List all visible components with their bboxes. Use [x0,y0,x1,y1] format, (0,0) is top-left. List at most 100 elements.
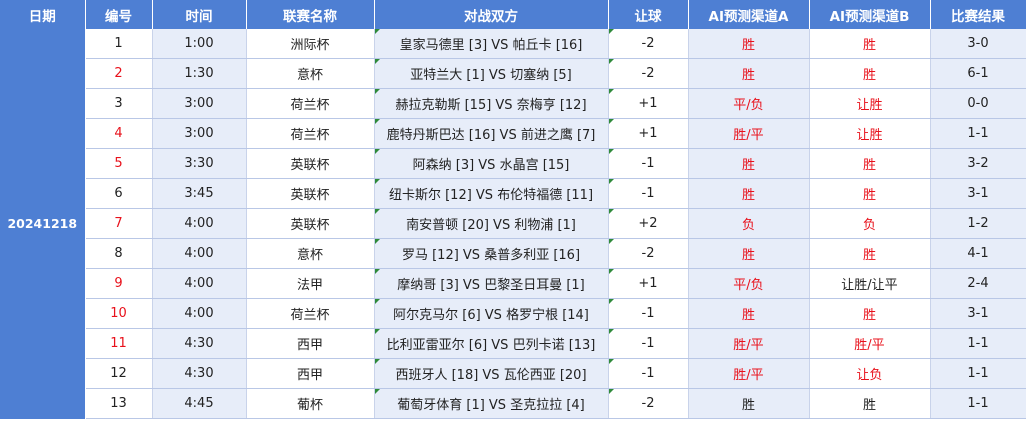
row-handicap: -1 [608,358,689,389]
header-prediction-a: AI预测渠道A [688,0,810,29]
row-handicap: -1 [608,178,689,209]
row-number: 1 [85,29,153,59]
row-prediction-b: 负 [809,208,931,239]
row-time: 4:00 [152,298,247,329]
row-prediction-b: 胜 [809,29,931,59]
row-time: 3:00 [152,88,247,119]
row-time: 1:00 [152,29,247,59]
row-handicap: -1 [608,148,689,179]
row-match: 比利亚雷亚尔 [6] VS 巴列卡诺 [13] [374,328,609,359]
row-result: 3-2 [930,148,1026,179]
row-prediction-b: 胜 [809,178,931,209]
row-prediction-b: 胜 [809,58,931,89]
row-league: 荷兰杯 [246,118,375,149]
row-result: 2-4 [930,268,1026,299]
row-league: 西甲 [246,328,375,359]
row-prediction-a: 胜 [688,298,810,329]
row-prediction-a: 胜 [688,238,810,269]
row-time: 4:00 [152,208,247,239]
row-result: 1-2 [930,208,1026,239]
row-number: 10 [85,298,153,329]
row-number: 3 [85,88,153,119]
table-row: 10 4:00 荷兰杯 阿尔克马尔 [6] VS 格罗宁根 [14] -1 胜胜 3-1 [0,298,1026,329]
row-prediction-b: 胜 [809,238,931,269]
row-result: 6-1 [930,58,1026,89]
row-time: 4:00 [152,238,247,269]
row-number: 9 [85,268,153,299]
row-match: 南安普顿 [20] VS 利物浦 [1] [374,208,609,239]
table-row: 2 1:30 意杯 亚特兰大 [1] VS 切塞纳 [5] -2 胜胜 6-1 [0,58,1026,89]
row-match: 鹿特丹斯巴达 [16] VS 前进之鹰 [7] [374,118,609,149]
row-prediction-b: 胜 [809,298,931,329]
row-league: 荷兰杯 [246,88,375,119]
row-result: 3-0 [930,29,1026,59]
row-league: 葡杯 [246,388,375,419]
row-prediction-a: 胜 [688,388,810,419]
row-time: 4:45 [152,388,247,419]
row-time: 4:30 [152,358,247,389]
row-prediction-b: 胜 [809,388,931,419]
row-number: 13 [85,388,153,419]
row-number: 12 [85,358,153,389]
row-match: 阿尔克马尔 [6] VS 格罗宁根 [14] [374,298,609,329]
header-prediction-b: AI预测渠道B [809,0,931,29]
row-result: 1-1 [930,328,1026,359]
row-number: 11 [85,328,153,359]
row-number: 6 [85,178,153,209]
table-row: 3 3:00 荷兰杯 赫拉克勒斯 [15] VS 奈梅亨 [12] +1 平/负 让胜 0-0 [0,88,1026,119]
row-handicap: -2 [608,29,689,59]
match-prediction-table: 日期 编号 时间 联赛名称 对战双方 让球 AI预测渠道A AI预测渠道B 比赛… [0,0,1026,419]
row-league: 英联杯 [246,178,375,209]
table-body: 20241218 1 1:00 洲际杯 皇家马德里 [3] VS 帕丘卡 [16] -2 胜… [0,29,1026,419]
table-row: 13 4:45 葡杯 葡萄牙体育 [1] VS 圣克拉拉 [4] -2 胜胜 1-1 [0,388,1026,419]
row-result: 3-1 [930,178,1026,209]
row-match: 西班牙人 [18] VS 瓦伦西亚 [20] [374,358,609,389]
row-league: 洲际杯 [246,29,375,59]
date-cell: 20241218 [0,29,86,419]
table-row: 4 3:00 荷兰杯 鹿特丹斯巴达 [16] VS 前进之鹰 [7] +1 胜/平 让胜 1-… [0,118,1026,149]
row-prediction-a: 负 [688,208,810,239]
row-prediction-a: 胜/平 [688,358,810,389]
row-time: 1:30 [152,58,247,89]
row-league: 西甲 [246,358,375,389]
row-result: 1-1 [930,118,1026,149]
row-prediction-a: 平/负 [688,268,810,299]
header-result: 比赛结果 [930,0,1026,29]
header-match: 对战双方 [374,0,609,29]
row-prediction-b: 让负 [809,358,931,389]
row-prediction-b: 让胜/让平 [809,268,931,299]
row-result: 3-1 [930,298,1026,329]
row-prediction-a: 胜 [688,58,810,89]
header-row: 日期 编号 时间 联赛名称 对战双方 让球 AI预测渠道A AI预测渠道B 比赛… [0,0,1026,29]
row-result: 1-1 [930,358,1026,389]
row-match: 赫拉克勒斯 [15] VS 奈梅亨 [12] [374,88,609,119]
row-match: 亚特兰大 [1] VS 切塞纳 [5] [374,58,609,89]
table-row: 11 4:30 西甲 比利亚雷亚尔 [6] VS 巴列卡诺 [13] -1 胜/平 胜/平 1… [0,328,1026,359]
row-handicap: -2 [608,388,689,419]
row-time: 3:00 [152,118,247,149]
row-prediction-a: 胜/平 [688,118,810,149]
table-row: 9 4:00 法甲 摩纳哥 [3] VS 巴黎圣日耳曼 [1] +1 平/负 让胜/让平 2-… [0,268,1026,299]
row-league: 意杯 [246,238,375,269]
row-handicap: +1 [608,88,689,119]
row-result: 4-1 [930,238,1026,269]
header-league: 联赛名称 [246,0,375,29]
row-prediction-b: 胜 [809,148,931,179]
row-match: 阿森纳 [3] VS 水晶宫 [15] [374,148,609,179]
row-time: 4:00 [152,268,247,299]
row-time: 4:30 [152,328,247,359]
row-number: 7 [85,208,153,239]
table-row: 6 3:45 英联杯 纽卡斯尔 [12] VS 布伦特福德 [11] -1 胜胜 3-1 [0,178,1026,209]
row-prediction-a: 平/负 [688,88,810,119]
table-row: 5 3:30 英联杯 阿森纳 [3] VS 水晶宫 [15] -1 胜胜 3-2 [0,148,1026,179]
header-number: 编号 [85,0,153,29]
row-handicap: +2 [608,208,689,239]
row-handicap: -2 [608,58,689,89]
table-row: 7 4:00 英联杯 南安普顿 [20] VS 利物浦 [1] +2 负负 1-2 [0,208,1026,239]
row-result: 1-1 [930,388,1026,419]
header-time: 时间 [152,0,247,29]
row-league: 荷兰杯 [246,298,375,329]
header-date: 日期 [0,0,86,29]
row-league: 英联杯 [246,148,375,179]
row-match: 皇家马德里 [3] VS 帕丘卡 [16] [374,29,609,59]
